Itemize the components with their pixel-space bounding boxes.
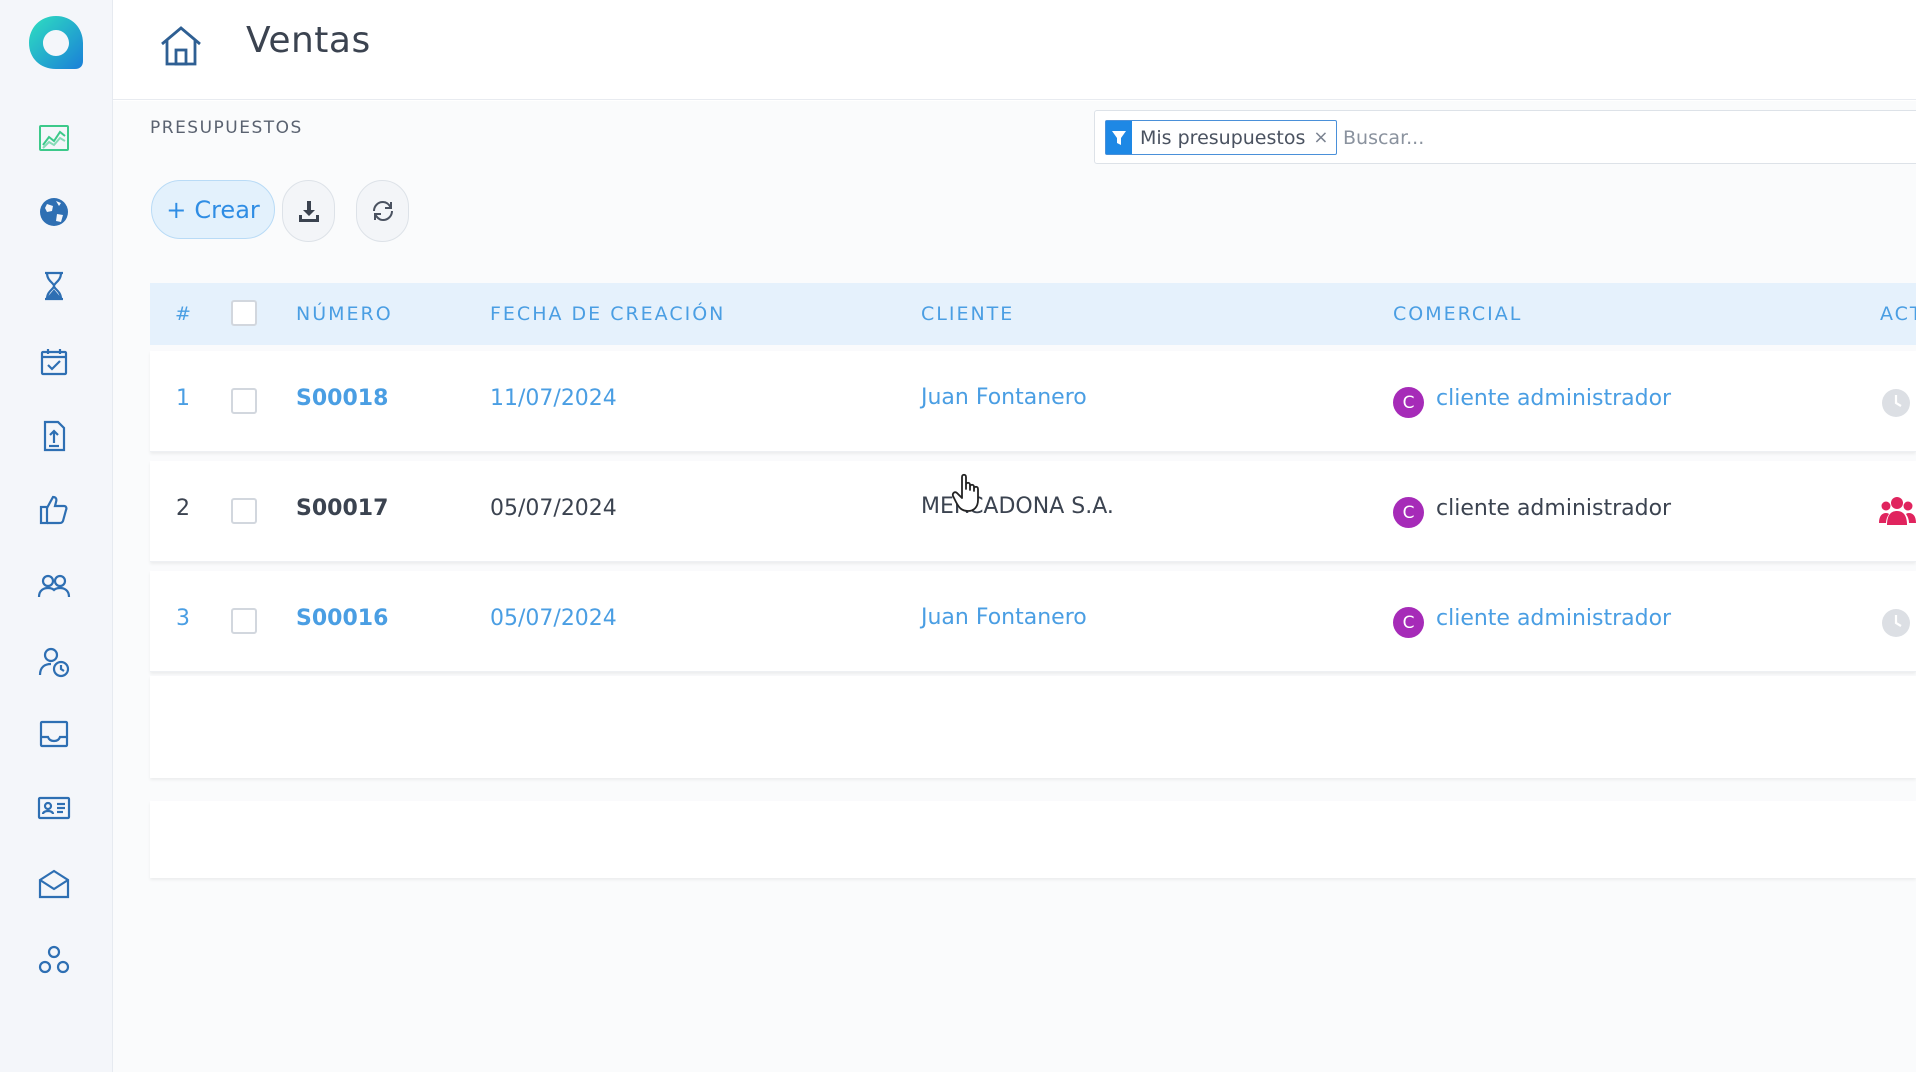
- sidebar-item-contacts[interactable]: [28, 560, 80, 612]
- user-clock-icon: [38, 647, 70, 678]
- thumbs-up-icon: [39, 495, 68, 525]
- create-button[interactable]: + Crear: [151, 180, 275, 239]
- refresh-icon: [372, 200, 393, 222]
- sidebar-item-inbox[interactable]: [28, 708, 80, 760]
- sidebar-item-modules[interactable]: [28, 934, 80, 986]
- sidebar-item-documents[interactable]: [28, 410, 80, 462]
- refresh-button[interactable]: [356, 180, 409, 242]
- sidebar: [0, 0, 113, 1072]
- calendar-check-icon: [40, 349, 68, 376]
- sidebar-item-mail[interactable]: [28, 858, 80, 910]
- row-client[interactable]: MERCADONA S.A.: [921, 494, 1114, 519]
- table-header: # NÚMERO FECHA DE CREACIÓN CLIENTE COMER…: [150, 283, 1916, 345]
- section-label: PRESUPUESTOS: [150, 118, 303, 138]
- chart-icon: [39, 125, 69, 151]
- sidebar-item-calendar[interactable]: [28, 336, 80, 388]
- row-number[interactable]: S00016: [296, 606, 388, 631]
- row-sales[interactable]: cliente administrador: [1436, 606, 1671, 631]
- select-all-checkbox[interactable]: [231, 300, 257, 326]
- main-content: PRESUPUESTOS Mis presupuestos × + Crear: [113, 101, 1916, 1072]
- search-bar[interactable]: Mis presupuestos ×: [1094, 110, 1916, 164]
- top-bar: Ventas: [113, 0, 1916, 100]
- empty-row: [150, 801, 1916, 878]
- filter-icon: [1106, 121, 1132, 154]
- avatar: C: [1393, 387, 1424, 418]
- row-checkbox[interactable]: [231, 388, 257, 414]
- row-number[interactable]: S00018: [296, 386, 388, 411]
- users-icon: [37, 574, 71, 598]
- filter-chip[interactable]: Mis presupuestos ×: [1105, 120, 1338, 155]
- inbox-icon: [39, 720, 69, 748]
- column-header-index: #: [175, 303, 193, 325]
- app-window: Ventas PRESUPUESTOS Mis presupuestos × +…: [0, 0, 1916, 1072]
- sidebar-item-approvals[interactable]: [28, 484, 80, 536]
- create-button-label: Crear: [194, 195, 260, 224]
- id-card-icon: [37, 796, 71, 820]
- row-checkbox[interactable]: [231, 498, 257, 524]
- hourglass-icon: [45, 271, 63, 301]
- sidebar-item-dashboard[interactable]: [28, 112, 80, 164]
- users-icon[interactable]: [1879, 495, 1916, 527]
- clock-icon[interactable]: [1881, 388, 1911, 418]
- column-header-actions: ACT: [1880, 303, 1916, 325]
- column-header-sales[interactable]: COMERCIAL: [1393, 303, 1522, 325]
- table-row[interactable]: 3 S00016 05/07/2024 Juan Fontanero C cli…: [150, 571, 1916, 672]
- avatar: C: [1393, 497, 1424, 528]
- envelope-icon: [38, 869, 70, 899]
- column-header-number[interactable]: NÚMERO: [296, 303, 393, 325]
- page-title: Ventas: [246, 20, 371, 61]
- empty-row: [150, 676, 1916, 778]
- row-client[interactable]: Juan Fontanero: [921, 605, 1087, 630]
- filter-chip-label: Mis presupuestos: [1140, 126, 1306, 149]
- table-row[interactable]: 2 S00017 05/07/2024 MERCADONA S.A. C cli…: [150, 461, 1916, 562]
- home-icon[interactable]: [157, 22, 205, 70]
- sidebar-item-globe[interactable]: [28, 186, 80, 238]
- clock-icon[interactable]: [1881, 608, 1911, 638]
- plus-icon: +: [166, 195, 187, 224]
- sidebar-item-cards[interactable]: [28, 782, 80, 834]
- row-checkbox[interactable]: [231, 608, 257, 634]
- row-index: 2: [176, 496, 190, 521]
- row-index: 3: [176, 606, 190, 631]
- row-date: 05/07/2024: [490, 606, 617, 631]
- globe-icon: [40, 198, 68, 226]
- avatar: C: [1393, 607, 1424, 638]
- row-number[interactable]: S00017: [296, 496, 388, 521]
- table-row[interactable]: 1 S00018 11/07/2024 Juan Fontanero C cli…: [150, 351, 1916, 452]
- app-logo-icon[interactable]: [25, 12, 87, 72]
- row-date: 05/07/2024: [490, 496, 617, 521]
- document-upload-icon: [43, 420, 66, 452]
- row-sales[interactable]: cliente administrador: [1436, 496, 1671, 521]
- row-date: 11/07/2024: [490, 386, 617, 411]
- column-header-client[interactable]: CLIENTE: [921, 303, 1014, 325]
- sidebar-item-employees[interactable]: [28, 636, 80, 688]
- column-header-date[interactable]: FECHA DE CREACIÓN: [490, 303, 725, 325]
- row-index: 1: [176, 386, 190, 411]
- row-sales[interactable]: cliente administrador: [1436, 386, 1671, 411]
- search-input[interactable]: [1343, 123, 1903, 153]
- hand-cursor-icon: [951, 473, 979, 512]
- close-icon[interactable]: ×: [1313, 127, 1336, 148]
- download-icon: [298, 201, 319, 222]
- download-button[interactable]: [282, 180, 335, 242]
- modules-icon: [38, 945, 70, 974]
- sidebar-item-time[interactable]: [28, 260, 80, 312]
- row-client[interactable]: Juan Fontanero: [921, 385, 1087, 410]
